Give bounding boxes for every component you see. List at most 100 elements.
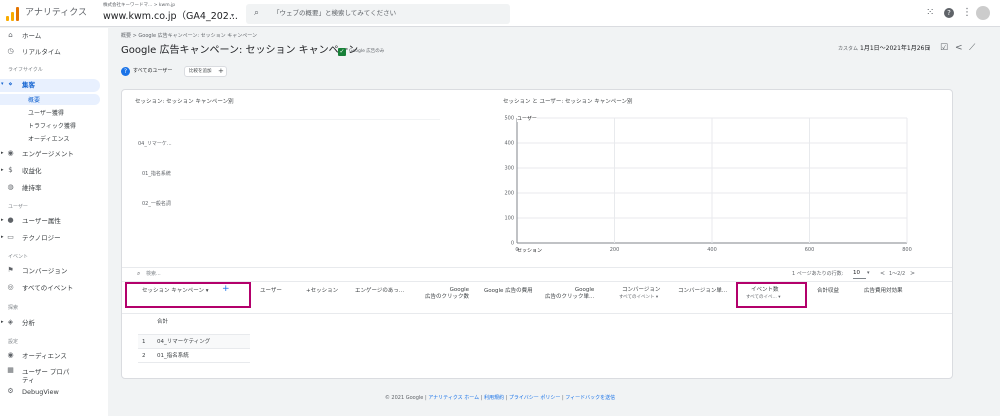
- acquisition-icon: ⋄: [8, 80, 13, 88]
- col-users[interactable]: ユーザー: [260, 288, 282, 295]
- nav-all-events[interactable]: ◎ すべてのイベント: [0, 282, 100, 295]
- expand-chevron-icon: ▸: [1, 319, 4, 325]
- account-path[interactable]: 株式会社キーワードマ... > kwm.jp: [103, 3, 175, 9]
- table-top-divider: [122, 267, 952, 268]
- property-selector[interactable]: www.kwm.co.jp（GA4_202...: [103, 12, 238, 22]
- search-bar[interactable]: ⌕ 「ウェブの概要」と検索してみてください: [246, 4, 510, 24]
- col-conversions[interactable]: コンバージョン: [622, 287, 660, 294]
- date-dropdown-icon[interactable]: ▾: [927, 46, 930, 52]
- scatter-chart: 01002003004005000 200 400 600 800: [504, 116, 912, 254]
- footer: © 2021 Google | アナリティクス ホーム | 利用規約 | プライ…: [384, 395, 616, 401]
- flag-icon: ⚑: [7, 266, 14, 274]
- body-divider: [122, 313, 952, 314]
- share-icon[interactable]: <: [955, 44, 963, 53]
- col-google-ads-clicks[interactable]: Google 広告のクリック数: [425, 287, 469, 301]
- col-sessions[interactable]: +セッション: [306, 288, 338, 295]
- nav-overview-highlight: [0, 94, 100, 105]
- breadcrumb-current: Google 広告キャンペーン: セッション キャンペーン: [138, 33, 257, 39]
- x-tick-label: 600: [805, 247, 815, 253]
- nav-demographics[interactable]: ▸ ● ユーザー属性: [0, 215, 100, 228]
- x-tick-label: 200: [610, 247, 620, 253]
- debug-gear-icon: ⚙: [7, 387, 14, 395]
- dimension-highlight-box: [125, 282, 251, 308]
- nav-user-acquisition[interactable]: ユーザー獲得: [28, 111, 64, 117]
- nav-audiences[interactable]: ◉ オーディエンス: [0, 350, 100, 363]
- properties-icon: ▦: [7, 366, 14, 374]
- breadcrumb-overview[interactable]: 概要: [121, 33, 131, 39]
- col-conversion-rate[interactable]: コンバージョン単...: [678, 288, 727, 295]
- search-input[interactable]: 「ウェブの概要」と検索してみてください: [273, 10, 396, 17]
- left-navigation: ⌂ ホーム ◷ リアルタイム ライフサイクル ▾ ⋄ 集客 概要 ユーザー獲得 …: [0, 28, 108, 416]
- nav-retention[interactable]: ◍ 維持率: [0, 182, 100, 195]
- col-google-ads-cost[interactable]: Google 広告の費用: [484, 288, 533, 295]
- top-app-bar: アナリティクス 株式会社キーワードマ... > kwm.jp www.kwm.c…: [0, 0, 1000, 27]
- add-icon: +: [218, 67, 224, 75]
- right-chart-title: セッション と ユーザー: セッション キャンペーン別: [503, 99, 633, 105]
- app-name: アナリティクス: [25, 8, 88, 18]
- nav-technology[interactable]: ▸ ▭ テクノロジー: [0, 232, 100, 245]
- row-campaign-name[interactable]: 01_指名系統: [157, 353, 189, 360]
- nav-traffic-acquisition[interactable]: トラフィック獲得: [28, 124, 76, 130]
- table-search-icon: ⌕: [137, 270, 141, 277]
- section-explore: 探索: [8, 305, 19, 311]
- col-total-revenue[interactable]: 合計収益: [817, 288, 839, 295]
- section-event: イベント: [8, 254, 29, 260]
- add-comparison-button[interactable]: 比較を追加 +: [184, 66, 227, 77]
- nav-acq-overview[interactable]: 概要: [28, 98, 40, 104]
- nav-audiences-sub[interactable]: オーディエンス: [28, 137, 69, 143]
- footer-link-analytics-home[interactable]: アナリティクス ホーム: [428, 395, 479, 401]
- pagination-range: 1～2/2: [889, 271, 906, 277]
- audience-icon: ◉: [7, 351, 14, 359]
- table-row[interactable]: 1 04_リマーケティング: [138, 335, 250, 348]
- breadcrumb: 概要 > Google 広告キャンペーン: セッション キャンペーン: [121, 34, 257, 39]
- nav-realtime[interactable]: ◷ リアルタイム: [0, 46, 100, 59]
- col-engaged-sessions[interactable]: エンゲージのあっ...: [355, 288, 404, 295]
- customize-report-icon[interactable]: ☑: [940, 44, 948, 53]
- conversions-event-filter[interactable]: すべてのイベント ▾: [619, 295, 658, 301]
- footer-link-feedback[interactable]: フィードバックを送信: [565, 395, 615, 401]
- x-tick-label: 800: [902, 247, 912, 253]
- prev-page-icon[interactable]: <: [880, 271, 885, 277]
- filter-chip-all-users[interactable]: ? すべてのユーザー: [121, 66, 178, 77]
- insights-icon[interactable]: ⟋: [969, 44, 975, 53]
- left-chart-gridline: [180, 119, 440, 120]
- collapse-chevron-icon: ▾: [1, 81, 4, 87]
- rows-dropdown-icon[interactable]: ▾: [867, 271, 870, 276]
- row-campaign-name[interactable]: 04_リマーケティング: [157, 339, 210, 346]
- analysis-icon: ◈: [7, 318, 14, 326]
- avatar[interactable]: [976, 6, 990, 20]
- nav-home[interactable]: ⌂ ホーム: [0, 30, 100, 43]
- y-tick-label: 100: [504, 216, 514, 222]
- engagement-icon: ◉: [7, 149, 14, 157]
- person-icon: ●: [7, 216, 14, 224]
- next-page-icon[interactable]: >: [910, 271, 915, 277]
- footer-link-privacy[interactable]: プライバシー ポリシー: [509, 395, 561, 401]
- analytics-logo-icon[interactable]: [6, 7, 20, 21]
- property-dropdown-icon[interactable]: ▾: [231, 13, 234, 19]
- nav-analysis[interactable]: ▸ ◈ 分析: [0, 317, 100, 330]
- col-roas[interactable]: 広告費用対効果: [864, 288, 903, 295]
- col-google-ads-cpc[interactable]: Google 広告のクリック単...: [545, 287, 594, 301]
- home-icon: ⌂: [8, 31, 13, 39]
- footer-link-terms[interactable]: 利用規約: [484, 395, 504, 401]
- user-segment-icon: ?: [121, 67, 130, 76]
- section-user: ユーザー: [8, 204, 28, 210]
- more-vert-icon[interactable]: ⋮: [962, 8, 972, 18]
- y-axis-label: ユーザー: [517, 116, 537, 122]
- row-divider: [138, 362, 250, 363]
- nav-monetization[interactable]: ▸ $ 収益化: [0, 165, 100, 178]
- rows-per-page-select[interactable]: 10: [853, 270, 866, 279]
- nav-engagement[interactable]: ▸ ◉ エンゲージメント: [0, 148, 100, 161]
- search-icon: ⌕: [254, 8, 260, 18]
- nav-user-properties[interactable]: ▦ ユーザー プロパティ: [0, 365, 100, 385]
- help-icon[interactable]: ?: [944, 8, 954, 18]
- nav-conversions[interactable]: ⚑ コンバージョン: [0, 265, 100, 278]
- bar-label-2: 01_指名系統: [142, 171, 171, 177]
- date-range-picker[interactable]: 1月1日～2021年1月26日: [860, 46, 930, 52]
- table-row[interactable]: 2 01_指名系統: [138, 349, 250, 362]
- touch-icon: ◎: [7, 283, 14, 291]
- y-tick-label: 200: [504, 191, 514, 197]
- nav-acquisition[interactable]: ▾ ⋄ 集客: [0, 79, 100, 92]
- table-search-input[interactable]: 検索...: [146, 272, 161, 277]
- apps-grid-icon[interactable]: ⁙: [926, 8, 934, 18]
